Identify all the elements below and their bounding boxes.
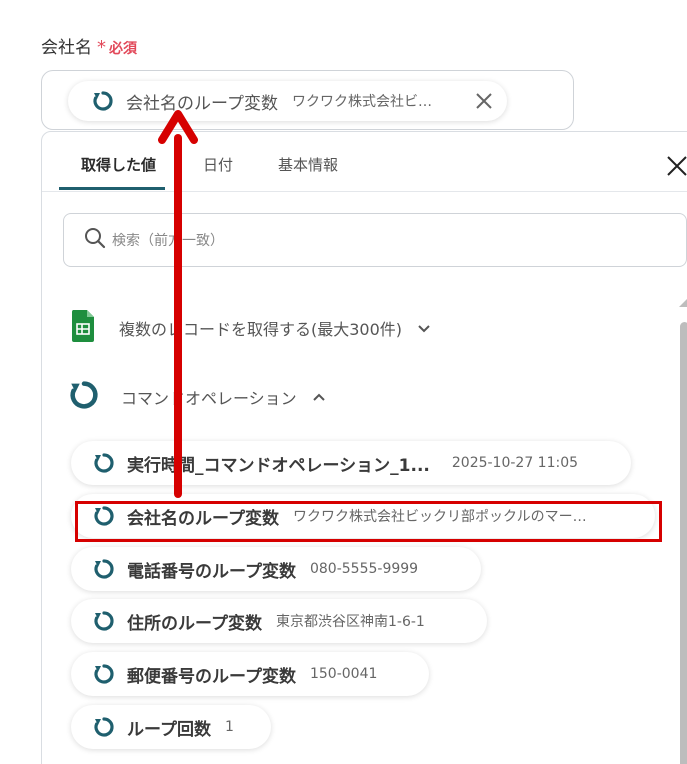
google-sheets-icon	[71, 309, 95, 347]
loop-icon	[91, 556, 117, 582]
selected-value-name: 会社名のループ変数	[126, 93, 278, 114]
item-name: 住所のループ変数	[127, 613, 262, 634]
section-get-records[interactable]: 複数のレコードを取得する(最大300件)	[71, 309, 432, 347]
item-value: 150-0041	[309, 666, 378, 682]
close-icon[interactable]	[665, 154, 687, 178]
loop-icon	[91, 450, 117, 476]
list-item[interactable]: ループ回数 1	[71, 705, 271, 749]
tab-bar: 取得した値 日付 基本情報	[42, 132, 687, 192]
remove-value-icon[interactable]	[475, 92, 493, 110]
loop-icon	[67, 378, 101, 416]
list-item[interactable]: 実行時間_コマンドオペレーション_1... 2025-10-27 11:05	[71, 441, 631, 485]
item-name: ループ回数	[127, 719, 211, 740]
item-name: 郵便番号のループ変数	[127, 666, 296, 687]
item-name: 実行時間_コマンドオペレーション_1...	[127, 455, 430, 476]
search-input[interactable]: 検索（前方一致）	[63, 213, 687, 267]
active-tab-indicator	[59, 187, 165, 190]
chevron-down-icon	[416, 320, 432, 336]
section-command-operation[interactable]: コマンドオペレーション	[67, 378, 327, 416]
item-value: 1	[224, 719, 234, 735]
selected-value-chip[interactable]: 会社名のループ変数 ワクワク株式会社ビ…	[68, 81, 507, 121]
section-title: 複数のレコードを取得する(最大300件)	[119, 320, 403, 339]
item-value: 080-5555-9999	[309, 561, 419, 577]
company-name-field[interactable]: 会社名のループ変数 ワクワク株式会社ビ…	[41, 70, 574, 130]
chevron-up-icon	[311, 389, 327, 405]
list-item[interactable]: 住所のループ変数 東京都渋谷区神南1-6-1	[71, 599, 487, 643]
loop-icon	[91, 661, 117, 687]
list-item[interactable]: 郵便番号のループ変数 150-0041	[71, 652, 429, 696]
tab-basic-info[interactable]: 基本情報	[278, 154, 338, 175]
field-label-text: 会社名	[41, 38, 92, 58]
loop-icon	[91, 608, 117, 634]
scroll-up-arrow[interactable]	[678, 294, 687, 313]
item-value: 東京都渋谷区神南1-6-1	[275, 614, 425, 630]
loop-icon	[91, 714, 117, 740]
tab-acquired-values[interactable]: 取得した値	[81, 154, 156, 175]
search-icon	[84, 227, 106, 253]
item-name: 電話番号のループ変数	[127, 561, 296, 582]
selected-value-text: ワクワク株式会社ビ…	[291, 94, 432, 110]
scrollbar-thumb[interactable]	[680, 322, 687, 764]
list-item[interactable]: 電話番号のループ変数 080-5555-9999	[71, 547, 481, 591]
field-label: 会社名 * 必須	[41, 33, 137, 58]
section-title: コマンドオペレーション	[121, 389, 297, 408]
annotation-highlight-box	[75, 501, 662, 542]
tab-date[interactable]: 日付	[203, 154, 233, 175]
required-text: 必須	[109, 41, 137, 57]
required-mark: *	[97, 37, 106, 58]
loop-icon	[90, 88, 116, 114]
search-placeholder: 検索（前方一致）	[112, 233, 224, 249]
item-value: 2025-10-27 11:05	[451, 455, 579, 471]
